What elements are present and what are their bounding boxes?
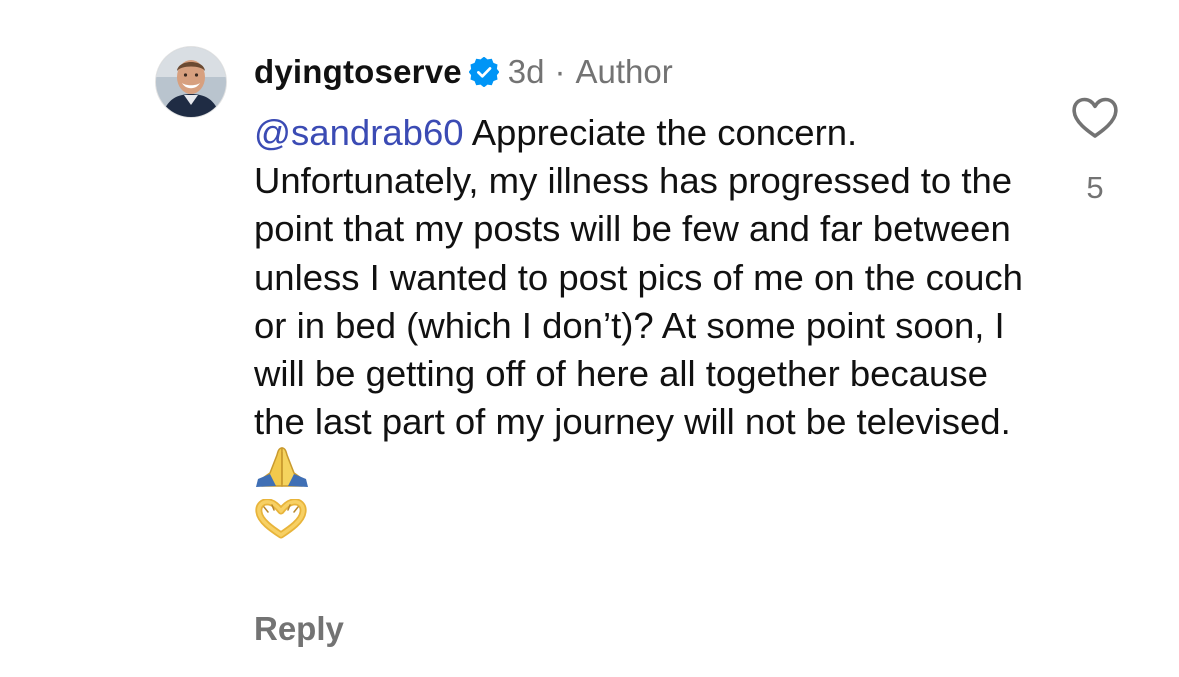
heart-outline-icon — [1072, 97, 1118, 138]
username[interactable]: dyingtoserve — [254, 53, 462, 91]
avatar[interactable] — [156, 47, 226, 117]
folded-hands-icon — [254, 446, 310, 488]
comment-body: @sandrab60 Appreciate the concern. Unfor… — [254, 109, 1024, 545]
comment-header: dyingtoserve 3d · Author — [254, 52, 673, 92]
reply-button[interactable]: Reply — [254, 610, 344, 648]
mention-link[interactable]: @sandrab60 — [254, 112, 464, 153]
comment-text: Appreciate the concern. Unfortunately, m… — [254, 112, 1023, 443]
like-button[interactable] — [1071, 96, 1119, 140]
verified-badge-icon — [468, 57, 499, 87]
separator-dot: · — [554, 53, 566, 90]
avatar-image — [156, 47, 226, 117]
timestamp: 3d — [507, 53, 545, 90]
author-label: Author — [575, 53, 673, 90]
heart-hands-icon — [254, 498, 308, 539]
like-count: 5 — [1086, 170, 1104, 205]
